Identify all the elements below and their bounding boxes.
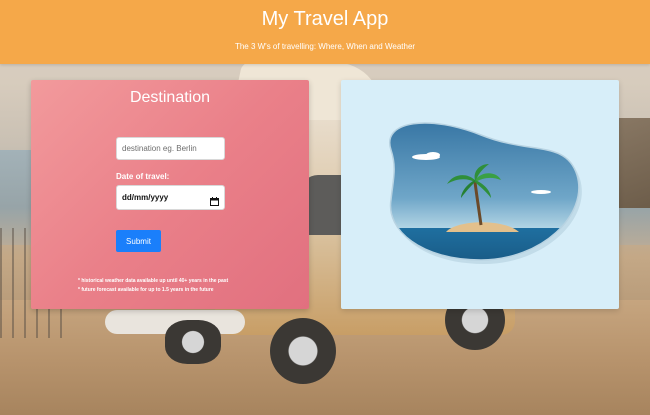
cloud [531, 190, 551, 194]
date-input-value: dd/mm/yyyy [122, 193, 169, 202]
data-availability-notes: * historical weather data available up u… [78, 277, 228, 295]
travel-date-input[interactable]: dd/mm/yyyy [116, 185, 225, 210]
note-forecast: * future forecast available for up to 1.… [78, 287, 214, 293]
submit-button[interactable]: Submit [116, 230, 161, 252]
island-palm-illustration [388, 122, 582, 264]
destination-form-card: Destination Date of travel: dd/mm/yyyy S… [31, 80, 309, 309]
calendar-icon[interactable] [210, 193, 219, 206]
illustration-card [341, 80, 619, 309]
background-van-wheel [165, 320, 221, 364]
date-label: Date of travel: [116, 172, 170, 181]
app-header: My Travel App The 3 W's of travelling: W… [0, 0, 650, 64]
background-van-wheel [270, 318, 336, 384]
destination-input[interactable] [116, 137, 225, 160]
note-historical: * historical weather data available up u… [78, 278, 229, 284]
app-subtitle: The 3 W's of travelling: Where, When and… [234, 42, 416, 51]
app-title: My Travel App [261, 8, 389, 30]
cloud [426, 152, 440, 158]
form-heading: Destination [129, 89, 211, 106]
